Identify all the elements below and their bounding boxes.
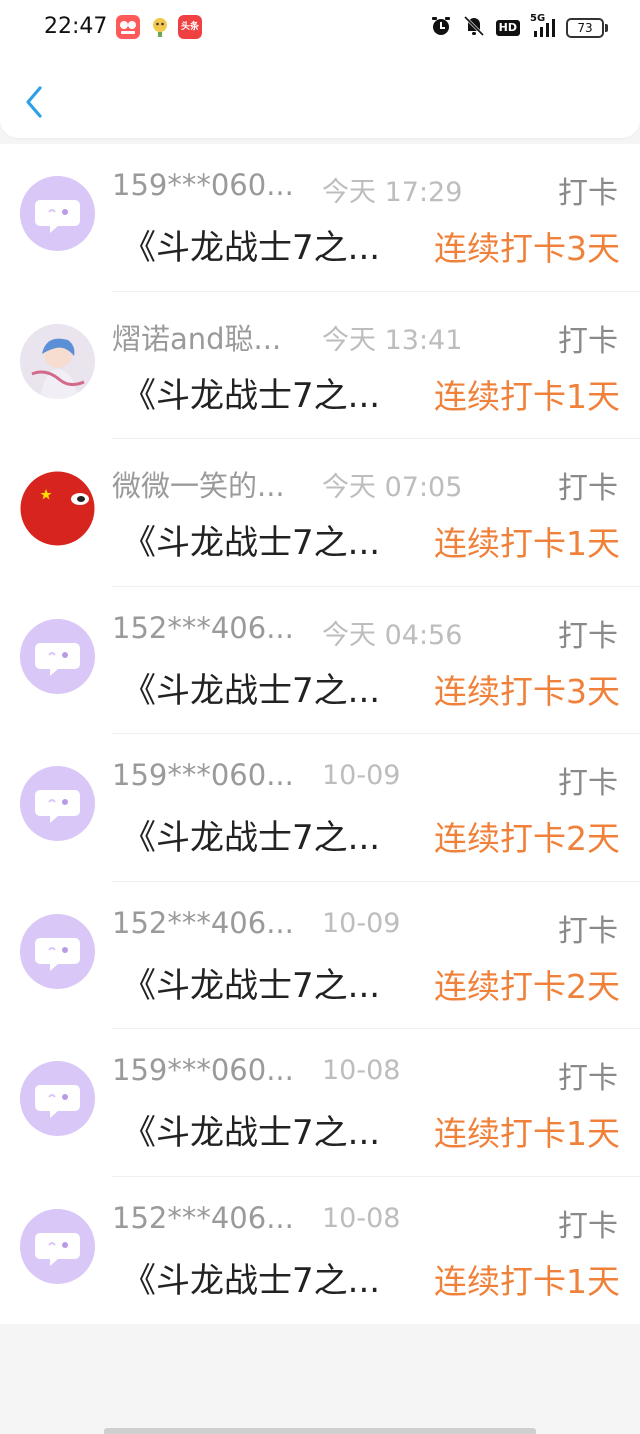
streak-label: 连续打卡1天 — [434, 1261, 620, 1301]
type-label: 打卡 — [558, 1208, 618, 1244]
username: 159***060... — [112, 1053, 294, 1087]
status-icons: HD 5G 73 — [430, 13, 608, 42]
default-avatar — [20, 618, 95, 694]
app-notification-icon-3: 头条 — [178, 15, 202, 39]
book-title: 《斗龙战士7之... — [122, 228, 381, 268]
list-item[interactable]: 159***060... 今天 17:29 打卡 《斗龙战士7之... 连续打卡… — [0, 144, 640, 292]
battery-indicator: 73 — [566, 18, 608, 38]
timestamp: 10-09 — [322, 760, 401, 791]
list-item[interactable]: 159***060... 10-08 打卡 《斗龙战士7之... 连续打卡1天 — [0, 1029, 640, 1177]
status-bar: 22:47 头条 HD 5G 73 — [0, 0, 640, 56]
type-label: 打卡 — [558, 1061, 618, 1096]
username: 159***060... — [112, 168, 294, 202]
bottom-scroll-handle — [104, 1428, 536, 1434]
timestamp: 今天 17:29 — [322, 177, 463, 208]
list-item[interactable]: 152***406... 10-09 打卡 《斗龙战士7之... 连续打卡2天 — [0, 882, 640, 1029]
book-title: 《斗龙战士7之... — [122, 523, 381, 563]
back-button[interactable] — [16, 82, 52, 122]
list-item[interactable]: 熠诺and聪... 今天 13:41 打卡 《斗龙战士7之... 连续打卡1天 — [0, 292, 640, 439]
type-label: 打卡 — [558, 913, 618, 949]
anime-avatar — [20, 323, 95, 399]
username: 159***060... — [112, 758, 294, 792]
list-item[interactable]: 159***060... 10-09 打卡 《斗龙战士7之... 连续打卡2天 — [0, 734, 640, 882]
book-title: 《斗龙战士7之... — [122, 818, 381, 858]
streak-label: 连续打卡1天 — [434, 376, 620, 416]
timestamp: 10-09 — [322, 907, 401, 939]
default-avatar — [20, 913, 95, 989]
type-label: 打卡 — [558, 176, 618, 211]
timestamp: 今天 07:05 — [322, 472, 463, 503]
hd-badge: HD — [495, 20, 520, 36]
header — [0, 56, 640, 138]
streak-label: 连续打卡3天 — [434, 671, 620, 711]
signal-5g-icon: 5G — [530, 13, 556, 39]
streak-label: 连续打卡1天 — [434, 1114, 620, 1153]
type-label: 打卡 — [558, 766, 618, 801]
default-avatar — [20, 176, 95, 251]
flag-ball-avatar — [20, 471, 95, 546]
timestamp: 今天 13:41 — [322, 324, 463, 356]
list-item[interactable]: 152***406... 10-08 打卡 《斗龙战士7之... 连续打卡1天 — [0, 1177, 640, 1325]
default-avatar — [20, 766, 95, 841]
username: 152***406... — [112, 1200, 294, 1235]
timestamp: 10-08 — [322, 1055, 401, 1086]
streak-label: 连续打卡3天 — [434, 229, 620, 268]
timestamp: 10-08 — [322, 1202, 401, 1234]
streak-label: 连续打卡2天 — [434, 819, 620, 858]
list-item[interactable]: 152***406... 今天 04:56 打卡 《斗龙战士7之... 连续打卡… — [0, 587, 640, 734]
screen: 22:47 头条 HD 5G 73 159***060... 今天 17:29 … — [0, 0, 640, 1434]
status-time: 22:47 — [44, 14, 108, 39]
chevron-left-icon — [26, 86, 42, 118]
timestamp: 今天 04:56 — [322, 619, 463, 651]
book-title: 《斗龙战士7之... — [122, 1260, 381, 1301]
default-avatar — [20, 1061, 95, 1136]
streak-label: 连续打卡1天 — [434, 524, 620, 563]
username: 微微一笑的... — [112, 469, 285, 503]
book-title: 《斗龙战士7之... — [122, 965, 381, 1006]
username: 152***406... — [112, 905, 294, 940]
list-item[interactable]: 微微一笑的... 今天 07:05 打卡 《斗龙战士7之... 连续打卡1天 — [0, 439, 640, 587]
book-title: 《斗龙战士7之... — [122, 670, 381, 711]
alarm-icon — [430, 15, 452, 41]
type-label: 打卡 — [558, 471, 618, 506]
type-label: 打卡 — [558, 618, 618, 654]
username: 152***406... — [112, 610, 294, 645]
app-notification-icon-2 — [148, 15, 172, 39]
book-title: 《斗龙战士7之... — [122, 1113, 381, 1153]
book-title: 《斗龙战士7之... — [122, 375, 381, 416]
checkin-list: 159***060... 今天 17:29 打卡 《斗龙战士7之... 连续打卡… — [0, 144, 640, 1324]
mute-bell-icon — [462, 15, 486, 41]
streak-label: 连续打卡2天 — [434, 966, 620, 1006]
username: 熠诺and聪... — [112, 321, 282, 356]
default-avatar — [20, 1208, 95, 1284]
app-notification-icon-1 — [116, 15, 140, 39]
type-label: 打卡 — [558, 323, 618, 359]
